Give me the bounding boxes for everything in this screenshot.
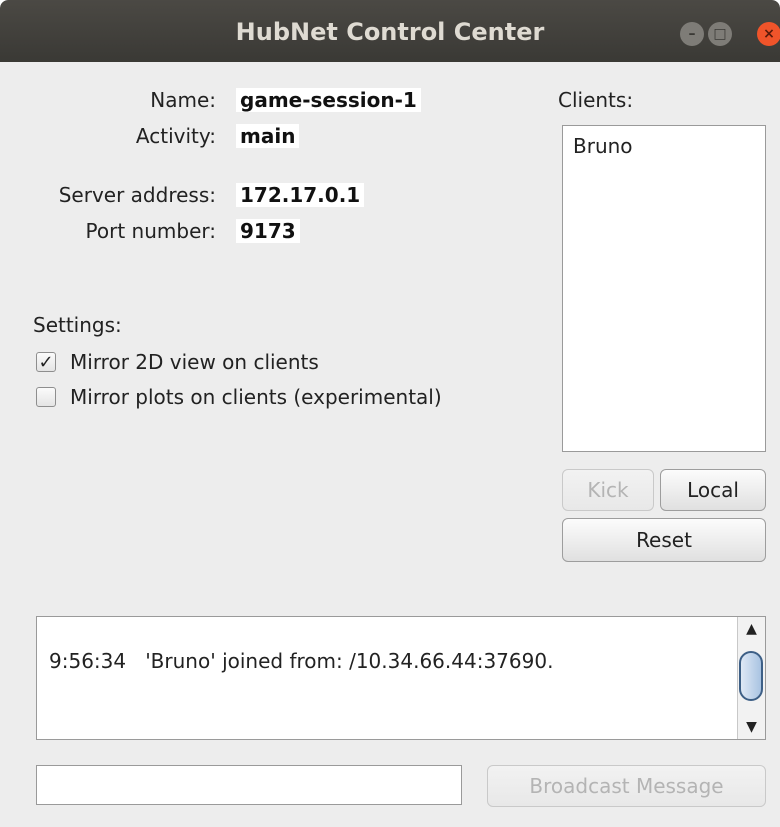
window-title: HubNet Control Center — [235, 18, 545, 46]
mirror-2d-view-label: Mirror 2D view on clients — [70, 350, 319, 374]
activity-label: Activity: — [135, 124, 216, 148]
checkmark-icon: ✓ — [38, 351, 54, 373]
activity-value: main — [236, 124, 300, 148]
close-icon[interactable]: × — [757, 22, 780, 46]
mirror-plots-label: Mirror plots on clients (experimental) — [70, 385, 442, 409]
mirror-2d-view-option[interactable]: ✓ Mirror 2D view on clients — [36, 349, 319, 375]
port-number-value: 9173 — [236, 219, 300, 243]
server-address-value: 172.17.0.1 — [236, 183, 365, 207]
reset-button[interactable]: Reset — [562, 518, 766, 562]
kick-button[interactable]: Kick — [562, 469, 654, 511]
local-button[interactable]: Local — [660, 469, 766, 511]
server-address-label: Server address: — [58, 183, 216, 207]
clients-heading: Clients: — [558, 88, 634, 112]
log-entry: 9:56:34 'Bruno' joined from: /10.34.66.4… — [49, 649, 553, 673]
log-entry-time: 9:56:34 — [49, 649, 127, 673]
message-log[interactable]: 9:56:34 'Bruno' joined from: /10.34.66.4… — [36, 616, 766, 740]
scroll-down-arrow-icon[interactable]: ▼ — [738, 719, 765, 735]
client-list-item[interactable]: Bruno — [563, 126, 765, 158]
maximize-icon[interactable]: □ — [708, 22, 732, 46]
mirror-plots-checkbox[interactable] — [36, 387, 56, 407]
mirror-plots-option[interactable]: Mirror plots on clients (experimental) — [36, 384, 442, 410]
minimize-icon[interactable]: – — [680, 22, 704, 46]
broadcast-message-button[interactable]: Broadcast Message — [487, 765, 766, 807]
broadcast-message-input[interactable] — [36, 765, 462, 805]
settings-heading: Settings: — [33, 313, 122, 337]
hubnet-control-center-window: HubNet Control Center – □ × Name: game-s… — [0, 0, 780, 827]
log-scrollbar[interactable]: ▲ ▼ — [737, 617, 765, 739]
name-value: game-session-1 — [236, 88, 421, 112]
mirror-2d-view-checkbox[interactable]: ✓ — [36, 351, 56, 373]
log-entry-text: 'Bruno' joined from: /10.34.66.44:37690. — [145, 649, 554, 673]
title-bar[interactable]: HubNet Control Center – □ × — [0, 0, 780, 62]
port-number-label: Port number: — [85, 219, 216, 243]
scrollbar-thumb[interactable] — [739, 651, 763, 701]
scroll-up-arrow-icon[interactable]: ▲ — [738, 621, 765, 637]
clients-list[interactable]: Bruno — [562, 125, 766, 452]
name-label: Name: — [150, 88, 216, 112]
